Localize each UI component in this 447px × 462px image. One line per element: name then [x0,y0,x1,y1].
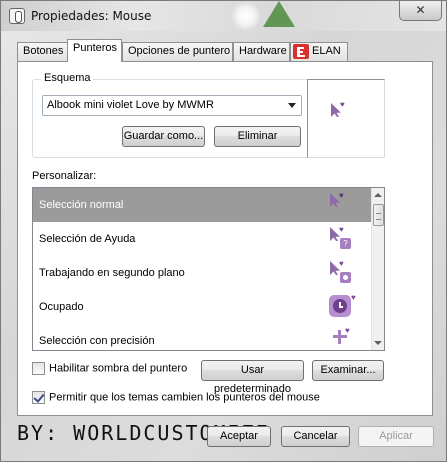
shadow-option[interactable]: Habilitar sombra del puntero [32,362,187,375]
title-bar[interactable]: Propiedades: Mouse ✕ [1,1,446,31]
mouse-icon [9,8,25,24]
scroll-up-icon[interactable] [374,193,382,197]
tab-opciones-de-puntero[interactable]: Opciones de puntero [122,42,233,61]
pointer-list[interactable]: Selección normal ♥ Selección de Ayuda ♥ … [32,187,385,351]
elan-logo-icon [293,43,309,59]
list-item-label: Trabajando en segundo plano [39,267,185,279]
chevron-down-icon [288,103,296,108]
browse-button[interactable]: Examinar... [312,360,384,381]
window-title: Propiedades: Mouse [31,9,152,23]
use-default-button[interactable]: Usar predeterminado [201,360,304,395]
tab-hardware[interactable]: Hardware [233,42,290,61]
heart-icon: ♥ [339,259,344,268]
scheme-selected-value: Albook mini violet Love by MWMR [47,99,214,111]
scheme-group: Esquema Albook mini violet Love by MWMR … [32,72,313,158]
help-cursor-icon: ♥ ? [329,225,355,251]
scroll-down-icon[interactable] [374,341,382,345]
mouse-properties-window: Propiedades: Mouse ✕ Botones Punteros Op… [0,0,447,462]
ok-button[interactable]: Aceptar [207,426,271,447]
list-item-label: Ocupado [39,301,84,313]
crosshair-cursor-icon: ♥ [329,326,355,350]
themes-option[interactable]: Permitir que los temas cambien los punte… [32,391,320,404]
list-item[interactable]: Ocupado ♥ [33,290,371,324]
list-item-label: Selección de Ayuda [39,233,136,245]
scheme-select[interactable]: Albook mini violet Love by MWMR [42,95,302,116]
list-item-label: Selección con precisión [39,335,155,347]
shadow-checkbox[interactable] [32,362,45,375]
tab-elan[interactable]: ELAN [290,42,348,61]
pointers-panel: Esquema Albook mini violet Love by MWMR … [17,61,433,416]
scroll-thumb[interactable] [373,204,384,226]
list-item[interactable]: Trabajando en segundo plano ♥ [33,256,371,290]
scheme-label: Esquema [41,72,94,84]
tab-elan-label: ELAN [312,45,341,57]
heart-icon: ♥ [340,100,345,109]
tree-decoration [263,1,295,27]
tab-punteros[interactable]: Punteros [67,39,122,62]
pointer-preview: ♥ [307,79,385,158]
customize-label: Personalizar: [32,170,97,182]
clock-badge-icon [340,272,351,283]
clock-tile [329,295,351,317]
close-button[interactable]: ✕ [399,1,442,21]
busy-cursor-icon: ♥ [329,293,356,319]
title-decoration [231,1,261,31]
cancel-button[interactable]: Cancelar [281,426,350,447]
themes-label: Permitir que los temas cambien los punte… [49,391,320,404]
heart-icon: ♥ [351,293,356,302]
heart-icon: ♥ [339,191,344,200]
list-scrollbar[interactable] [371,188,384,350]
save-as-button[interactable]: Guardar como... [122,126,205,147]
list-item[interactable]: Selección normal ♥ [33,188,371,222]
delete-button[interactable]: Eliminar [214,126,301,147]
apply-button[interactable]: Aplicar [358,426,434,447]
list-item[interactable]: Selección con precisión ♥ [33,324,371,350]
question-badge-icon: ? [340,238,351,249]
list-item-label: Selección normal [39,199,124,211]
tab-botones[interactable]: Botones [17,42,68,61]
arrow-cursor-icon: ♥ [329,191,355,217]
heart-icon: ♥ [345,326,350,335]
list-item[interactable]: Selección de Ayuda ♥ ? [33,222,371,256]
shadow-label: Habilitar sombra del puntero [49,362,188,375]
heart-icon: ♥ [339,225,344,234]
working-cursor-icon: ♥ [329,259,355,285]
themes-checkbox[interactable] [32,391,45,404]
